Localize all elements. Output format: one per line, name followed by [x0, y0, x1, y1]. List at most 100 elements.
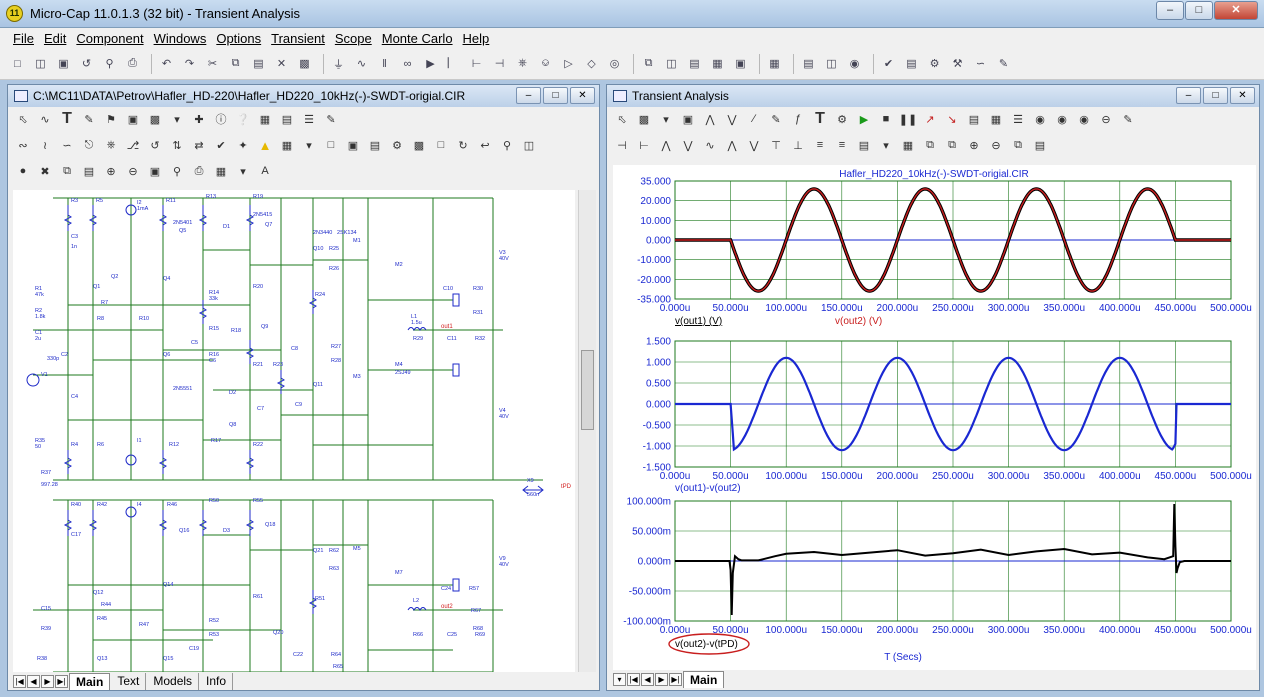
- inflection-icon[interactable]: ∿: [701, 136, 719, 154]
- global-low-icon[interactable]: ⋁: [745, 136, 763, 154]
- print-preview-icon[interactable]: ⚲: [100, 54, 119, 73]
- global-high-icon[interactable]: ⋀: [723, 136, 741, 154]
- grid-icon[interactable]: ▦: [278, 136, 296, 154]
- opamp-component-icon[interactable]: ▷: [559, 54, 578, 73]
- go-to-y-icon[interactable]: ⧉: [943, 136, 961, 154]
- info-icon[interactable]: ⓘ: [212, 110, 230, 128]
- undo-icon[interactable]: ↶: [157, 54, 176, 73]
- voltage-source-icon[interactable]: ◎: [605, 54, 624, 73]
- tab-models[interactable]: Models: [146, 672, 200, 690]
- pnp-component-icon[interactable]: ⊣: [490, 54, 509, 73]
- redo-icon[interactable]: ↷: [180, 54, 199, 73]
- print-icon[interactable]: ⎙: [123, 54, 142, 73]
- node-voltages-icon[interactable]: ≀: [36, 136, 54, 154]
- menu-file[interactable]: File: [13, 31, 34, 46]
- node-currents-icon[interactable]: ∽: [58, 136, 76, 154]
- tag-icon[interactable]: ✎: [767, 110, 785, 128]
- data-points-icon[interactable]: ▦: [899, 136, 917, 154]
- rotate-ccw-icon[interactable]: ↻: [454, 136, 472, 154]
- tab-main[interactable]: Main: [69, 672, 111, 690]
- menu-scope[interactable]: Scope: [335, 31, 372, 46]
- flag-mode-icon[interactable]: ⚑: [102, 110, 120, 128]
- tab-prev-icon[interactable]: ◀: [27, 674, 40, 688]
- stop-icon[interactable]: ●: [14, 162, 32, 180]
- save-icon[interactable]: ▣: [54, 54, 73, 73]
- component-icon[interactable]: ▩: [146, 110, 164, 128]
- cursor-mode-icon[interactable]: ↗: [921, 110, 939, 128]
- go-to-x-icon[interactable]: ⧉: [921, 136, 939, 154]
- tab-next-icon[interactable]: ▶: [655, 672, 668, 686]
- text-icon[interactable]: T: [811, 110, 829, 128]
- slope-icon[interactable]: ∕: [745, 110, 763, 128]
- zoom-in-icon[interactable]: ⊕: [965, 136, 983, 154]
- menu-transient[interactable]: Transient: [271, 31, 325, 46]
- zoom-fit-icon[interactable]: ▣: [146, 162, 164, 180]
- state-variables-icon[interactable]: ▦: [987, 110, 1005, 128]
- properties-icon[interactable]: ⚙: [833, 110, 851, 128]
- attribute-icon[interactable]: ▤: [278, 110, 296, 128]
- schematic-minimize-button[interactable]: –: [516, 87, 541, 104]
- help-icon[interactable]: ❔: [234, 110, 252, 128]
- tab-next-icon[interactable]: ▶: [41, 674, 54, 688]
- empty-box-icon[interactable]: □: [432, 136, 450, 154]
- valley-icon[interactable]: ⋁: [723, 110, 741, 128]
- peak-icon[interactable]: ⋀: [701, 110, 719, 128]
- low-icon[interactable]: ⋁: [679, 136, 697, 154]
- zoom-in-icon[interactable]: ⊕: [102, 162, 120, 180]
- tab-first-icon[interactable]: |◀: [13, 674, 26, 688]
- select-mode-icon[interactable]: ⬁: [613, 110, 631, 128]
- performance-icon[interactable]: ☰: [1009, 110, 1027, 128]
- dropdown-arrow-icon[interactable]: ▾: [300, 136, 318, 154]
- paste-icon[interactable]: ▤: [1031, 136, 1049, 154]
- nmos-component-icon[interactable]: ⎈: [513, 54, 532, 73]
- dropdown-arrow-icon[interactable]: ▾: [877, 136, 895, 154]
- flip-icon[interactable]: ⇅: [168, 136, 186, 154]
- calculator-icon[interactable]: ▦: [765, 54, 784, 73]
- delete-icon[interactable]: ✕: [272, 54, 291, 73]
- check-icon[interactable]: ✔: [212, 136, 230, 154]
- menu-options[interactable]: Options: [216, 31, 261, 46]
- dropdown-arrow-icon[interactable]: ▾: [168, 110, 186, 128]
- close-button[interactable]: ✕: [1214, 1, 1258, 20]
- tile-vertical-icon[interactable]: ◫: [662, 54, 681, 73]
- pin-connections-icon[interactable]: ⎇: [124, 136, 142, 154]
- border-icon[interactable]: ▣: [344, 136, 362, 154]
- zoom-out-icon[interactable]: ⊖: [987, 136, 1005, 154]
- tile-horizontal-icon[interactable]: ▤: [685, 54, 704, 73]
- preferences-icon[interactable]: ⚙: [388, 136, 406, 154]
- zoom-out-full-icon[interactable]: ⚲: [168, 162, 186, 180]
- npn-component-icon[interactable]: ⊢: [467, 54, 486, 73]
- paste-icon[interactable]: ▤: [80, 162, 98, 180]
- battery-component-icon[interactable]: ⎸: [444, 54, 463, 73]
- stepping-icon[interactable]: ◉: [1075, 110, 1093, 128]
- title-block-icon[interactable]: ▤: [366, 136, 384, 154]
- properties-icon[interactable]: ▤: [902, 54, 921, 73]
- pmos-component-icon[interactable]: ⎉: [536, 54, 555, 73]
- wire-mode-icon[interactable]: ∿: [36, 110, 54, 128]
- page-icon[interactable]: □: [322, 136, 340, 154]
- tab-last-icon[interactable]: ▶|: [55, 674, 68, 688]
- menu-monte-carlo[interactable]: Monte Carlo: [382, 31, 453, 46]
- bottom-icon[interactable]: ⊥: [789, 136, 807, 154]
- open-folder-icon[interactable]: ◫: [31, 54, 50, 73]
- revert-icon[interactable]: ↺: [77, 54, 96, 73]
- schematic-maximize-button[interactable]: □: [543, 87, 568, 104]
- ground-component-icon[interactable]: ⏚: [329, 54, 348, 73]
- maximize-button[interactable]: □: [1185, 1, 1213, 20]
- top-icon[interactable]: ⊤: [767, 136, 785, 154]
- tab-info[interactable]: Info: [199, 672, 234, 690]
- transient-minimize-button[interactable]: –: [1176, 87, 1201, 104]
- rotate-icon[interactable]: ↺: [146, 136, 164, 154]
- analysis-plot-icon[interactable]: ∽: [971, 54, 990, 73]
- tools-icon[interactable]: ⚒: [948, 54, 967, 73]
- fft-icon[interactable]: ◉: [1031, 110, 1049, 128]
- preferences-icon[interactable]: ⚙: [925, 54, 944, 73]
- menu-edit[interactable]: Edit: [44, 31, 66, 46]
- grid-view-icon[interactable]: ▦: [212, 162, 230, 180]
- prev-simulation-icon[interactable]: ≡: [833, 136, 851, 154]
- schematic-scroll-thumb[interactable]: [581, 350, 594, 430]
- select-all-icon[interactable]: ▩: [295, 54, 314, 73]
- edit-properties-icon[interactable]: ✎: [322, 110, 340, 128]
- next-valley-icon[interactable]: ⊢: [635, 136, 653, 154]
- dropdown-arrow-icon[interactable]: ▾: [234, 162, 252, 180]
